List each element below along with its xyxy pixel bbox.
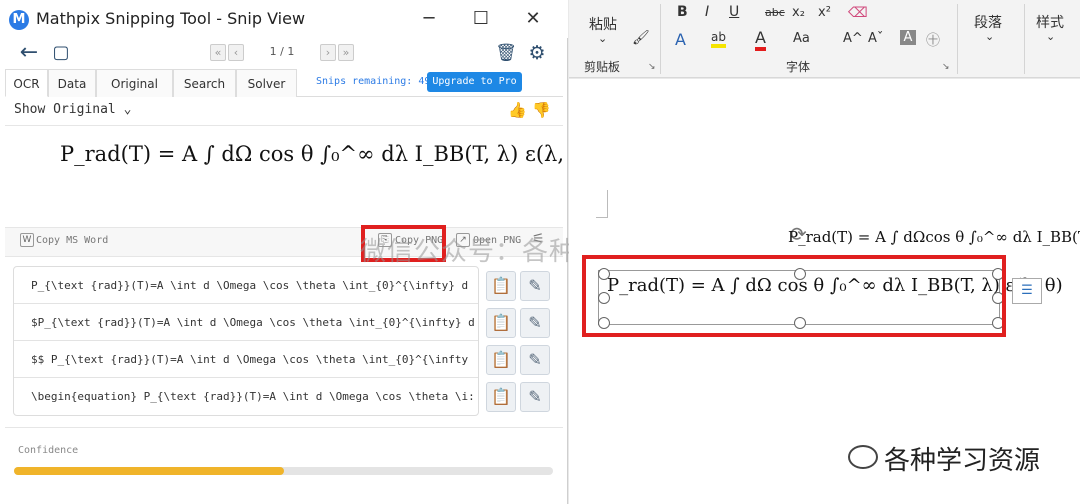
list-item[interactable]: $$ P_{\text {rad}}(T)=A \int d \Omega \c…	[14, 342, 478, 378]
eraser-icon[interactable]: ⌫	[848, 5, 868, 21]
close-button[interactable]: ✕	[518, 6, 548, 32]
tab-search[interactable]: Search	[173, 69, 236, 97]
grow-font-button[interactable]: A^	[843, 31, 863, 46]
back-arrow-icon[interactable]: ←	[15, 40, 43, 66]
inline-formula: P_rad(T) = A ∫ dΩcos θ ∫₀^∞ dλ I_BB(T, λ…	[788, 228, 1080, 246]
word-icon: W	[20, 233, 34, 247]
paragraph-caret-icon[interactable]: ⌄	[985, 30, 994, 43]
copy-ms-word-button[interactable]: Copy MS Word	[36, 235, 108, 246]
format-painter-icon[interactable]: 🖌	[632, 30, 650, 46]
edit-icon[interactable]: ✎	[520, 382, 550, 412]
tab-data[interactable]: Data	[48, 69, 96, 97]
page-corner-mark	[596, 190, 608, 218]
list-item[interactable]: P_{\text {rad}}(T)=A \int d \Omega \cos …	[14, 268, 478, 304]
page-counter: 1 / 1	[269, 45, 295, 58]
paste-button[interactable]: 粘贴	[589, 14, 617, 34]
text-effect-button[interactable]: A	[675, 30, 686, 49]
edit-icon[interactable]: ✎	[520, 308, 550, 338]
confidence-label: Confidence	[18, 445, 79, 456]
list-item[interactable]: \begin{equation} P_{\text {rad}}(T)=A \i…	[14, 379, 478, 415]
paste-caret-icon[interactable]: ⌄	[598, 32, 607, 45]
minimize-button[interactable]: ─	[414, 6, 444, 32]
copy-clipboard-icon[interactable]: 📋	[486, 345, 516, 375]
italic-button[interactable]: I	[705, 4, 709, 20]
thumbs-up-icon[interactable]: 👍	[508, 101, 527, 119]
edit-icon[interactable]: ✎	[520, 345, 550, 375]
window-title: Mathpix Snipping Tool - Snip View	[36, 9, 306, 28]
styles-caret-icon[interactable]: ⌄	[1046, 30, 1055, 43]
bold-button[interactable]: B	[677, 4, 688, 20]
prev-page-button[interactable]: ‹	[228, 44, 244, 61]
divider	[957, 4, 958, 74]
divider	[5, 125, 563, 126]
clipboard-launcher-icon[interactable]: ↘	[648, 62, 656, 72]
confidence-bar-fill	[14, 467, 284, 475]
highlight-button[interactable]: ab	[711, 30, 726, 48]
divider	[1024, 4, 1025, 74]
screen-snip-icon[interactable]: ▢	[47, 40, 75, 66]
thumbs-down-icon[interactable]: 👎	[532, 101, 551, 119]
styles-button[interactable]: 样式	[1036, 12, 1064, 32]
list-item[interactable]: $P_{\text {rad}}(T)=A \int d \Omega \cos…	[14, 305, 478, 341]
paragraph-button[interactable]: 段落	[974, 12, 1002, 32]
font-launcher-icon[interactable]: ↘	[942, 62, 950, 72]
tab-ocr[interactable]: OCR	[5, 69, 48, 97]
tab-original[interactable]: Original	[96, 69, 173, 97]
copy-clipboard-icon[interactable]: 📋	[486, 271, 516, 301]
tab-solver[interactable]: Solver	[236, 69, 297, 97]
highlight-box-equation	[582, 255, 1006, 337]
divider	[660, 4, 661, 74]
last-page-button[interactable]: »	[338, 44, 354, 61]
copy-clipboard-icon[interactable]: 📋	[486, 382, 516, 412]
divider	[5, 427, 563, 428]
show-original-toggle[interactable]: Show Original ⌄	[14, 102, 131, 117]
upgrade-button[interactable]: Upgrade to Pro	[427, 72, 522, 92]
font-color-button[interactable]: A	[755, 28, 766, 51]
mathpix-logo-icon: M	[9, 10, 29, 30]
next-page-button[interactable]: ›	[320, 44, 336, 61]
subscript-button[interactable]: x₂	[792, 5, 805, 20]
layout-options-icon[interactable]: ☰	[1012, 278, 1042, 304]
change-case-button[interactable]: Aa	[793, 31, 810, 46]
char-shading-button[interactable]: A	[900, 30, 916, 45]
wechat-icon	[848, 445, 878, 469]
phonetic-guide-icon[interactable]: ㊉	[926, 30, 940, 50]
gear-icon[interactable]: ⚙	[523, 40, 551, 66]
shrink-font-button[interactable]: Aˇ	[868, 31, 883, 46]
superscript-button[interactable]: x²	[818, 5, 831, 20]
copy-clipboard-icon[interactable]: 📋	[486, 308, 516, 338]
maximize-button[interactable]: ☐	[466, 6, 496, 32]
snips-remaining: Snips remaining: 49	[316, 76, 431, 87]
first-page-button[interactable]: «	[210, 44, 226, 61]
trash-icon[interactable]: 🗑	[492, 40, 520, 66]
strikethrough-button[interactable]: abc	[765, 6, 785, 19]
footer-watermark: 各种学习资源	[884, 446, 1041, 476]
font-group-label: 字体	[786, 60, 811, 74]
underline-button[interactable]: U	[729, 4, 739, 20]
edit-icon[interactable]: ✎	[520, 271, 550, 301]
rendered-formula: P_rad(T) = A ∫ dΩ cos θ ∫₀^∞ dλ I_BB(T, …	[60, 142, 592, 166]
clipboard-group-label: 剪贴板	[584, 60, 621, 74]
